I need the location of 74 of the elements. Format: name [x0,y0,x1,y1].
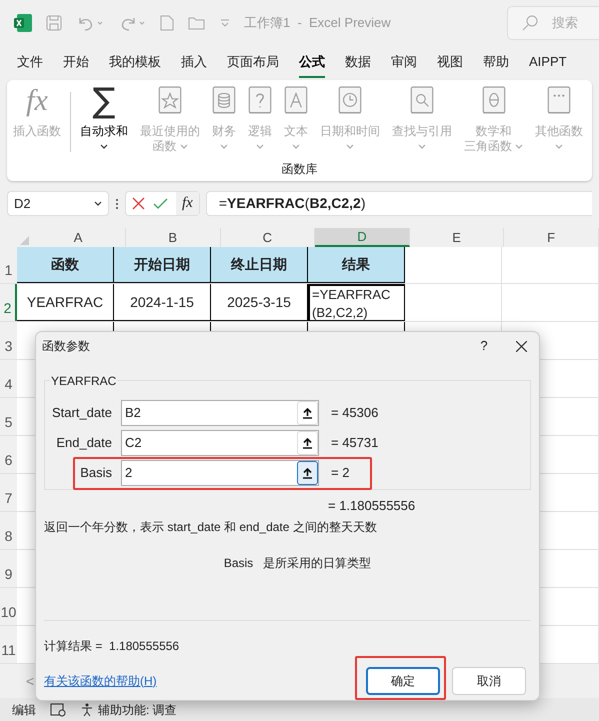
argument-result: = 45306 [331,404,378,422]
column-header[interactable]: D [315,228,410,247]
menu-tab[interactable]: AIPPT [529,45,567,78]
sigma-icon: ∑ [92,86,116,116]
argument-field[interactable]: B2 [121,400,319,426]
menu-tab[interactable]: 我的模板 [109,45,161,78]
help-link[interactable]: 有关该函数的帮助(H) [44,672,157,690]
close-icon[interactable] [516,340,527,352]
row-header[interactable]: 11 [0,626,17,663]
dialog-button[interactable]: 取消 [452,666,526,694]
accessibility-status[interactable]: 辅助功能: 调查 [98,700,177,718]
row-header[interactable]: 1 [0,247,17,283]
insert-function-button[interactable]: fx [176,192,199,215]
spreadsheet-logo-icon [14,14,32,32]
table-cell: 终止日期 [211,247,308,283]
table-cell: 结果 [308,247,405,283]
menu-tab[interactable]: 公式 [299,45,325,78]
argument-label: End_date [55,434,112,452]
record-icon[interactable] [50,702,66,716]
column-header[interactable]: F [504,228,599,247]
menu-tab[interactable]: 页面布局 [227,45,279,78]
row-header[interactable]: 6 [0,436,17,473]
menu-tab[interactable]: 帮助 [483,45,509,78]
argument-label: Basis [79,464,112,482]
row-header[interactable]: 5 [0,398,17,435]
column-header[interactable]: E [410,228,504,247]
arrow-up-icon [303,438,312,448]
table-cell: 2025-3-15 [211,284,308,321]
row-header[interactable]: 7 [0,474,17,511]
row-header[interactable]: 3 [0,322,17,359]
menu-tab[interactable]: 插入 [181,45,207,78]
check-icon[interactable] [153,198,168,210]
name-box[interactable]: D2 [7,191,109,216]
status-mode: 编辑 [12,702,36,718]
menu-tab[interactable]: 审阅 [391,45,417,78]
function-description: 返回一个年分数，表示 start_date 和 end_date 之间的整天天数 [44,518,378,536]
table-cell: =YEARFRAC(B2,C2,2) [308,284,405,321]
argument-result: = 45731 [331,434,378,452]
menu-tab[interactable]: 文件 [17,45,43,78]
menu-tab[interactable]: 开始 [63,45,89,78]
chevron-down-icon [94,200,102,206]
arrow-up-icon [303,468,312,478]
argument-field[interactable]: C2 [121,430,319,456]
arrow-up-icon [303,408,312,418]
row-header[interactable]: 9 [0,550,17,587]
argument-field[interactable]: 2 [121,460,319,486]
dialog-button[interactable]: 确定 [366,666,440,694]
function-icon: fx [26,86,48,116]
table-cell: 开始日期 [114,247,211,283]
help-button[interactable]: ? [464,336,504,356]
table-cell: 2024-1-15 [114,284,211,321]
window-title: 工作簿1 - Excel Preview [244,14,391,32]
menu-tab[interactable]: 数据 [345,45,371,78]
formula-field[interactable]: =YEARFRAC(B2,C2,2) [206,191,592,216]
more-options-icon[interactable] [115,198,119,210]
search-icon [522,14,538,30]
row-header[interactable]: 4 [0,360,17,397]
dialog-title: 函数参数 [42,338,90,355]
computed-result: 计算结果 = 1.180555556 [44,638,180,654]
table-cell: 函数 [17,247,114,283]
collapse-button[interactable] [297,461,318,485]
group-label: 函数库 [282,161,318,178]
row-header[interactable]: 2 [0,284,17,321]
argument-description: Basis 是所采用的日算类型 [222,554,372,572]
menu-tab[interactable]: 视图 [437,45,463,78]
ribbon-button[interactable]: ∑ 自动求和 [74,86,134,158]
cancel-icon[interactable] [132,197,145,210]
argument-label: Start_date [51,404,112,422]
formula-result: = 1.180555556 [328,497,416,515]
row-header[interactable]: 10 [0,588,17,625]
argument-result: = 2 [331,464,350,482]
accessibility-icon[interactable] [80,702,94,716]
table-cell: YEARFRAC [17,284,114,321]
row-header[interactable]: 8 [0,512,17,549]
